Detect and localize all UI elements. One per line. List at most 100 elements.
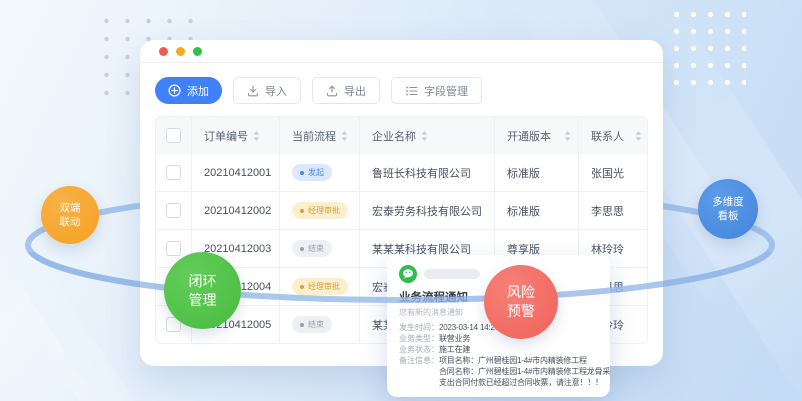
field-label [399,366,439,377]
flow-cell: 结束 [279,306,359,343]
notification-field-row: 备注信息：项目名称：广州碧桂园1-4#市内精装修工程 [399,355,600,366]
column-header-version[interactable]: 开通版本 [494,117,578,154]
field-value: 联营业务 [439,333,470,344]
flow-status-label: 结束 [308,321,324,329]
background: 添加 导入 导出 [0,0,802,401]
company-cell: 鲁班长科技有限公司 [359,154,494,191]
field-value: 施工在建 [439,344,470,355]
flow-cell: 经理审批 [279,268,359,305]
flow-status-label: 经理审批 [308,207,340,215]
notification-field-row: 业务状态：施工在建 [399,344,600,355]
wechat-icon [399,265,417,283]
field-manage-button-label: 字段管理 [424,83,468,99]
column-header-label: 开通版本 [507,128,551,144]
sort-icon [421,131,428,141]
badge-closed-loop: 闭环 管理 [164,252,241,329]
column-header-flow[interactable]: 当前流程 [279,117,359,154]
add-button[interactable]: 添加 [155,77,222,104]
dot-grid-decoration [668,6,746,94]
sort-icon [635,131,642,141]
upload-icon [326,85,338,97]
toolbar: 添加 导入 导出 [155,77,648,104]
status-dot-icon [300,247,304,251]
flow-cell: 发起 [279,154,359,191]
flow-status-badge: 结束 [292,240,332,257]
field-label [399,377,439,388]
contact-cell: 李思思 [578,192,647,229]
sort-icon [564,131,571,141]
notification-field-row: 支出合同付款已经超过合同收票，请注意！！！ [399,377,600,388]
window-close-icon[interactable] [159,47,168,56]
status-dot-icon [300,171,304,175]
field-label: 备注信息： [399,355,439,366]
flow-status-label: 结束 [308,245,324,253]
export-button-label: 导出 [344,83,366,99]
flow-status-badge: 经理审批 [292,202,348,219]
field-label: 发生时间： [399,322,439,333]
badge-label: 双端 [60,201,81,215]
window-minimize-icon[interactable] [176,47,185,56]
column-header-label: 企业名称 [372,128,416,144]
badge-label: 管理 [189,291,217,310]
column-header-order[interactable]: 订单编号 [191,117,279,154]
status-dot-icon [300,285,304,289]
badge-risk-warning: 风险 预警 [484,265,558,339]
field-manage-button[interactable]: 字段管理 [391,77,482,104]
sort-icon [253,131,260,141]
import-button-label: 导入 [265,83,287,99]
window-header [140,40,663,63]
order-cell: 20210412002 [191,192,279,229]
placeholder-bar [424,269,480,279]
version-cell: 标准版 [494,192,578,229]
export-button[interactable]: 导出 [312,77,380,104]
column-header-label: 当前流程 [292,128,336,144]
flow-status-badge: 发起 [292,164,332,181]
table-row[interactable]: 20210412002 经理审批 宏泰劳务科技有限公司 标准版 李思思 [156,191,647,229]
order-cell: 20210412001 [191,154,279,191]
notification-field-row: 业务类型：联营业务 [399,333,600,344]
field-value: 2023-03-14 14:26 [439,322,499,333]
badge-label: 联动 [60,215,81,229]
window-zoom-icon[interactable] [193,47,202,56]
circle-plus-icon [168,84,181,97]
sort-icon [341,131,348,141]
list-icon [405,85,418,97]
flow-cell: 结束 [279,230,359,267]
flow-status-label: 经理审批 [308,283,340,291]
table-header-row: 订单编号 当前流程 企业名称 开通版本 [156,117,647,154]
add-button-label: 添加 [187,83,209,99]
version-cell: 标准版 [494,154,578,191]
field-value: 项目名称：广州碧桂园1-4#市内精装修工程 [439,355,587,366]
field-label: 业务状态： [399,344,439,355]
badge-multi-dashboard: 多维度 看板 [698,179,758,239]
status-dot-icon [300,209,304,213]
field-label: 业务类型： [399,333,439,344]
badge-label: 多维度 [712,195,744,209]
company-cell: 宏泰劳务科技有限公司 [359,192,494,229]
import-button[interactable]: 导入 [233,77,301,104]
column-header-contact[interactable]: 联系人 [578,117,647,154]
flow-status-badge: 经理审批 [292,278,348,295]
flow-status-badge: 结束 [292,316,332,333]
table-row[interactable]: 20210412001 发起 鲁班长科技有限公司 标准版 张国光 [156,154,647,191]
select-all-checkbox[interactable] [166,128,181,143]
row-checkbox[interactable] [166,203,181,218]
flow-cell: 经理审批 [279,192,359,229]
column-header-label: 订单编号 [204,128,248,144]
row-checkbox[interactable] [166,165,181,180]
column-header-label: 联系人 [591,128,624,144]
contact-cell: 张国光 [578,154,647,191]
row-checkbox[interactable] [166,241,181,256]
badge-label: 看板 [718,209,739,223]
badge-label: 预警 [507,302,535,321]
notification-field-row: 合同名称：广州碧桂园1-4#市内精装修工程龙骨采购合同 [399,366,600,377]
download-icon [247,85,259,97]
badge-label: 风险 [507,283,535,302]
field-value: 合同名称：广州碧桂园1-4#市内精装修工程龙骨采购合同 [439,366,610,377]
field-value: 支出合同付款已经超过合同收票，请注意！！！ [439,377,603,388]
status-dot-icon [300,323,304,327]
badge-label: 闭环 [189,272,217,291]
badge-dual-link: 双端 联动 [41,186,99,244]
column-header-company[interactable]: 企业名称 [359,117,494,154]
flow-status-label: 发起 [308,169,324,177]
